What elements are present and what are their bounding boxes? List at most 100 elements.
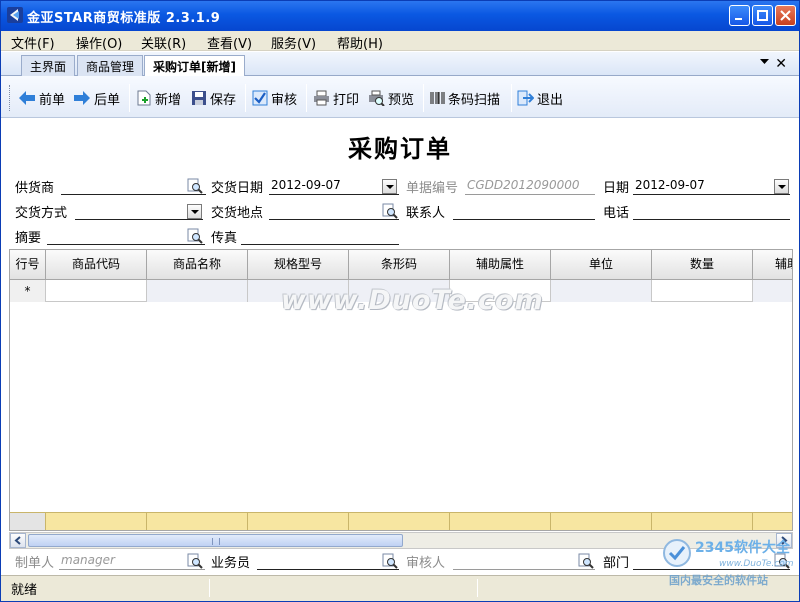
tab-close-icon[interactable]: ✕	[775, 57, 787, 71]
col-header-quantity[interactable]: 数量	[652, 250, 753, 280]
phone-input[interactable]	[633, 202, 790, 220]
fax-input[interactable]	[241, 227, 399, 245]
add-label: 新增	[155, 92, 182, 108]
next-button[interactable]: 后单	[73, 87, 120, 109]
save-button[interactable]: 保存	[191, 87, 236, 109]
menu-file[interactable]: 文件(F)	[11, 33, 55, 52]
supplier-input[interactable]	[61, 177, 206, 195]
delivery-date-dropdown[interactable]	[382, 179, 397, 194]
next-label: 后单	[94, 92, 121, 108]
menu-relate[interactable]: 关联(R)	[141, 33, 186, 52]
title-bar[interactable]: 金亚STAR商贸标准版 2.3.1.9	[1, 1, 799, 31]
col-header-aux-attr[interactable]: 辅助属性	[450, 250, 551, 280]
summary-input[interactable]	[47, 227, 205, 245]
delivery-date-label: 交货日期	[211, 181, 264, 196]
tab-purchase-order[interactable]: 采购订单[新增]	[144, 55, 245, 77]
salesman-input[interactable]	[257, 552, 399, 570]
search-lookup-icon[interactable]	[578, 553, 594, 569]
corner-brand-text: 2345软件大全	[695, 539, 791, 556]
menu-help[interactable]: 帮助(H)	[337, 33, 383, 52]
cell-quantity[interactable]	[652, 280, 753, 302]
col-header-goods-name[interactable]: 商品名称	[147, 250, 248, 280]
cell-aux[interactable]	[753, 280, 792, 302]
print-preview-icon	[369, 90, 385, 106]
date-dropdown[interactable]	[774, 179, 789, 194]
preview-button[interactable]: 预览	[368, 87, 414, 109]
exit-button[interactable]: 退出	[517, 87, 563, 109]
toolbar-grip[interactable]	[9, 85, 12, 111]
delivery-date-input[interactable]: 2012-09-07	[269, 177, 399, 195]
supplier-label: 供货商	[15, 181, 55, 196]
total-cell	[248, 513, 349, 530]
close-window-button[interactable]	[775, 5, 796, 26]
status-divider	[477, 579, 478, 597]
total-cell	[450, 513, 551, 530]
delivery-method-label: 交货方式	[15, 206, 68, 221]
chevron-left-icon	[14, 536, 21, 545]
summary-label: 摘要	[15, 231, 42, 246]
total-cell	[349, 513, 450, 530]
menu-operate[interactable]: 操作(O)	[76, 33, 122, 52]
col-header-barcode[interactable]: 条形码	[349, 250, 450, 280]
print-button[interactable]: 打印	[313, 87, 359, 109]
print-label: 打印	[333, 92, 360, 108]
app-logo-icon	[7, 7, 23, 23]
col-header-goods-code[interactable]: 商品代码	[46, 250, 147, 280]
audit-button[interactable]: 审核	[252, 87, 297, 109]
exit-door-icon	[517, 90, 534, 106]
cell-goods-code[interactable]	[46, 280, 147, 302]
minimize-button[interactable]	[729, 5, 750, 26]
search-lookup-icon[interactable]	[187, 178, 203, 194]
cell-goods-name[interactable]	[147, 280, 248, 302]
menu-service[interactable]: 服务(V)	[271, 33, 316, 52]
minimize-icon	[735, 18, 742, 20]
maximize-button[interactable]	[752, 5, 773, 26]
col-header-row-no[interactable]: 行号	[10, 250, 46, 280]
barcode-scan-button[interactable]: 条码扫描	[430, 87, 500, 109]
search-lookup-icon[interactable]	[382, 203, 398, 219]
add-button[interactable]: 新增	[136, 87, 181, 109]
total-cell	[753, 513, 792, 530]
scroll-thumb[interactable]	[28, 534, 403, 547]
total-cell	[46, 513, 147, 530]
grid-total-row	[10, 512, 792, 530]
delivery-place-input[interactable]	[269, 202, 399, 220]
watermark-text: www.DuoTe.com	[281, 285, 544, 316]
tab-main[interactable]: 主界面	[21, 55, 76, 76]
delivery-method-input[interactable]	[75, 202, 203, 220]
scroll-left-button[interactable]	[10, 533, 26, 548]
toolbar-separator	[423, 84, 424, 112]
search-lookup-icon[interactable]	[382, 553, 398, 569]
barcode-scan-label: 条码扫描	[448, 92, 501, 108]
toolbar: 前单 后单 新增 保存 审核 打印 预览 条码扫描 退出	[1, 76, 799, 118]
delivery-method-dropdown[interactable]	[187, 204, 202, 219]
chevron-down-icon	[386, 185, 394, 189]
save-disk-icon	[192, 91, 206, 105]
search-lookup-icon[interactable]	[187, 228, 203, 244]
chevron-down-icon	[778, 185, 786, 189]
row-new-marker: *	[10, 280, 46, 302]
save-label: 保存	[210, 92, 237, 108]
menu-view[interactable]: 查看(V)	[207, 33, 252, 52]
contact-input[interactable]	[453, 202, 595, 220]
doc-no-input: CGDD2012090000	[465, 177, 595, 195]
dept-label: 部门	[603, 556, 630, 571]
cell-unit[interactable]	[551, 280, 652, 302]
toolbar-separator	[306, 84, 307, 112]
chevron-down-icon[interactable]	[760, 59, 769, 65]
tab-goods[interactable]: 商品管理	[77, 55, 144, 76]
date-input[interactable]: 2012-09-07	[633, 177, 790, 195]
col-header-unit[interactable]: 单位	[551, 250, 652, 280]
search-lookup-icon[interactable]	[187, 553, 203, 569]
delivery-place-label: 交货地点	[211, 206, 264, 221]
preview-label: 预览	[388, 92, 415, 108]
col-header-aux[interactable]: 辅助	[753, 250, 792, 280]
prev-button[interactable]: 前单	[18, 87, 65, 109]
col-header-spec[interactable]: 规格型号	[248, 250, 349, 280]
grid-header: 行号 商品代码 商品名称 规格型号 条形码 辅助属性 单位 数量 辅助	[10, 250, 792, 280]
total-cell	[147, 513, 248, 530]
fax-label: 传真	[211, 231, 238, 246]
corner-watermark-logo: 2345软件大全 www.DuoTe.com	[663, 539, 794, 569]
auditor-input	[453, 552, 595, 570]
close-icon	[780, 10, 791, 21]
